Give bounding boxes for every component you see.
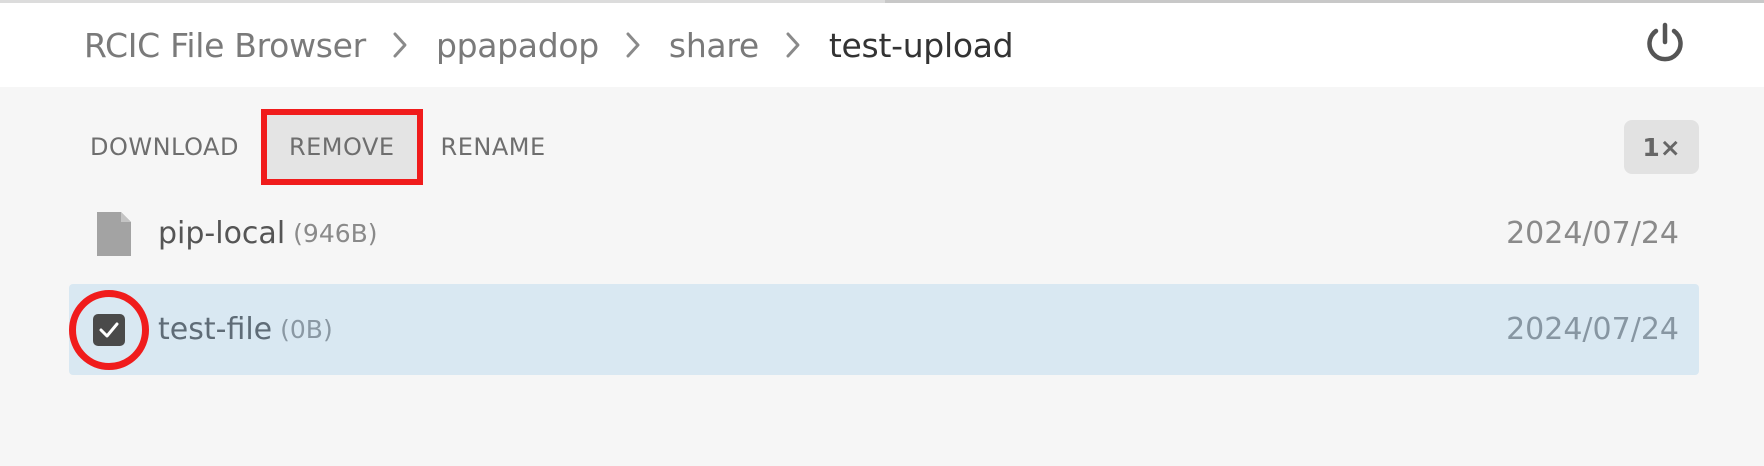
file-row[interactable]: pip-local (946B) 2024/07/24 <box>69 188 1699 279</box>
selection-highlight <box>69 290 149 370</box>
file-size: (946B) <box>293 219 378 248</box>
app-header: RCIC File Browser ppapadop share test-up… <box>0 3 1764 87</box>
breadcrumb: RCIC File Browser ppapadop share test-up… <box>84 3 1014 87</box>
chevron-right-icon <box>392 31 408 59</box>
file-row-selected[interactable]: test-file (0B) 2024/07/24 <box>69 284 1699 375</box>
chevron-right-icon <box>625 31 641 59</box>
breadcrumb-item-user[interactable]: ppapadop <box>436 26 599 65</box>
file-icon <box>93 210 135 258</box>
file-size: (0B) <box>280 315 333 344</box>
file-name[interactable]: test-file <box>158 312 272 347</box>
power-icon <box>1645 22 1685 68</box>
file-name[interactable]: pip-local <box>158 216 285 251</box>
breadcrumb-item-share[interactable]: share <box>669 26 759 65</box>
breadcrumb-item-current: test-upload <box>828 25 1014 65</box>
checkbox-checked-icon[interactable] <box>93 314 125 346</box>
file-date: 2024/07/24 <box>1506 312 1679 347</box>
chevron-right-icon <box>785 31 801 59</box>
file-date: 2024/07/24 <box>1506 216 1679 251</box>
rename-button[interactable]: RENAME <box>431 117 556 177</box>
logout-button[interactable] <box>1640 20 1690 70</box>
action-toolbar: DOWNLOAD REMOVE RENAME <box>80 104 556 190</box>
speed-toggle-button[interactable]: 1× <box>1624 120 1699 174</box>
breadcrumb-item-root[interactable]: RCIC File Browser <box>84 26 366 65</box>
remove-button[interactable]: REMOVE <box>260 109 423 185</box>
download-button[interactable]: DOWNLOAD <box>80 117 249 177</box>
